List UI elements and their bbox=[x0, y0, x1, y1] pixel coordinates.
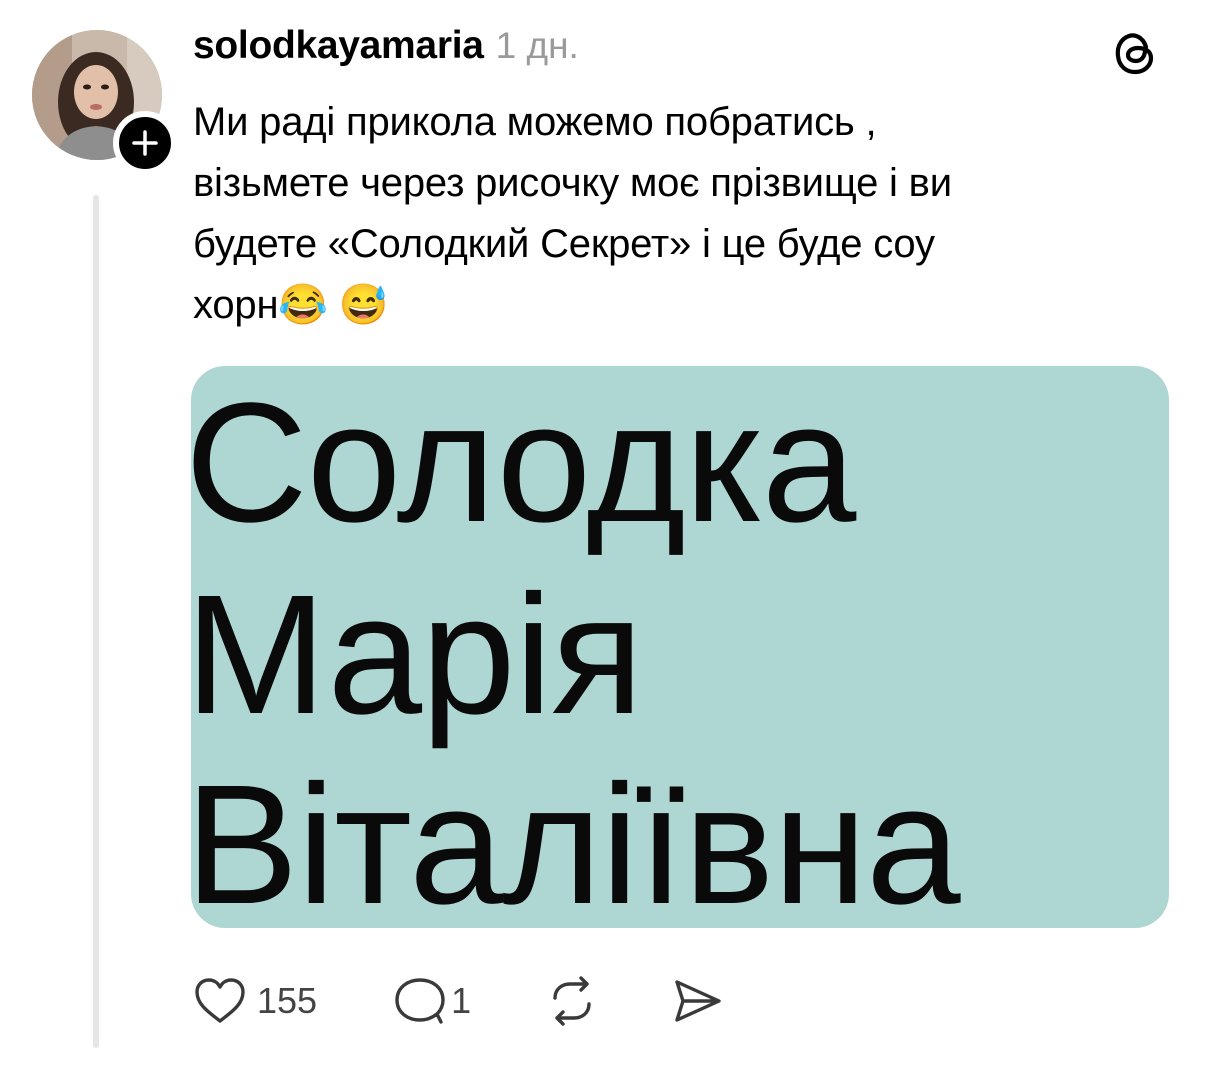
username[interactable]: solodkayamaria bbox=[193, 24, 484, 68]
post-header: solodkayamaria 1 дн. bbox=[193, 24, 579, 80]
share-button[interactable] bbox=[671, 974, 725, 1028]
image-text-line: Марія bbox=[191, 560, 643, 750]
post-time: 1 дн. bbox=[495, 25, 579, 66]
image-text-line: Солодка bbox=[191, 368, 856, 558]
post-text-line: візьмете через рисочку моє прізвище і ви bbox=[193, 161, 952, 205]
image-text-line: Віталіївна bbox=[191, 750, 961, 928]
post-text-line: Ми раді прикола можемо побратись , bbox=[193, 100, 877, 144]
like-count: 155 bbox=[257, 980, 318, 1021]
follow-button[interactable] bbox=[113, 111, 177, 175]
thread-line bbox=[93, 195, 99, 1048]
avatar-container[interactable] bbox=[32, 30, 177, 175]
reply-count: 1 bbox=[451, 980, 472, 1021]
share-icon bbox=[675, 980, 721, 1022]
repost-icon bbox=[553, 976, 591, 1026]
post-image[interactable]: Солодка Марія Віталіївна bbox=[191, 366, 1169, 928]
reply-button[interactable]: 1 bbox=[393, 974, 471, 1028]
follow-plus-icon bbox=[132, 130, 158, 156]
post-text-line: будете «Солодкий Секрет» і це буде соу bbox=[193, 222, 935, 266]
post-text-line: хорн😂 😅 bbox=[193, 283, 389, 327]
reply-icon bbox=[395, 978, 445, 1024]
heart-icon bbox=[195, 978, 245, 1023]
post-text: Ми раді прикола можемо побратись , візьме… bbox=[193, 92, 1153, 336]
like-button[interactable]: 155 bbox=[193, 976, 317, 1026]
repost-button[interactable] bbox=[545, 974, 599, 1028]
threads-logo-icon[interactable] bbox=[1110, 28, 1160, 78]
action-bar: 155 1 bbox=[193, 968, 725, 1034]
